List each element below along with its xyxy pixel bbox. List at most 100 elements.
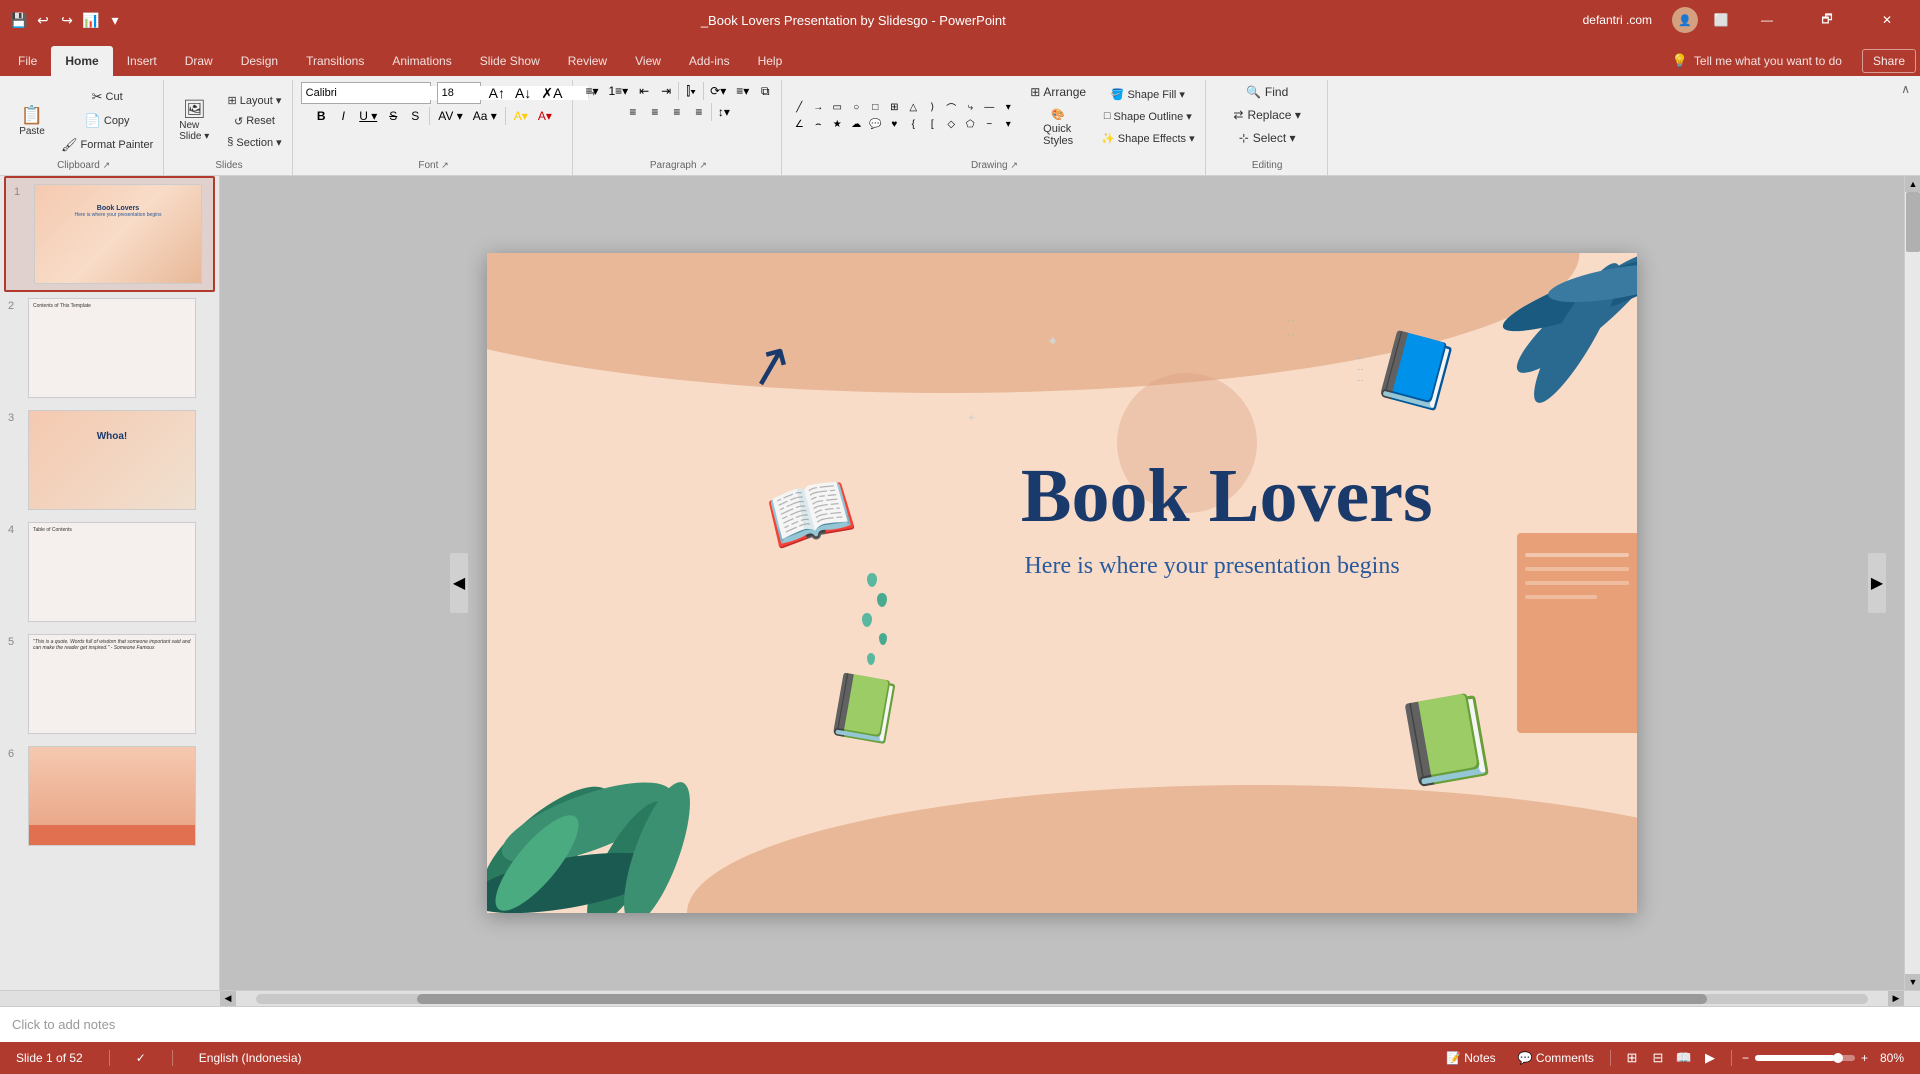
zoom-thumb[interactable] (1833, 1053, 1843, 1063)
present-icon[interactable]: 📊 (82, 11, 100, 29)
shape-diamond[interactable]: ◇ (942, 117, 960, 133)
shape-freeform[interactable]: ⤷ (961, 100, 979, 116)
shape-line[interactable]: ╱ (790, 100, 808, 116)
align-text-button[interactable]: ≡▾ (732, 83, 753, 99)
center-button[interactable]: ≡ (645, 104, 665, 120)
zoom-level[interactable]: 80% (1874, 1049, 1910, 1067)
scroll-right-btn[interactable]: ▶ (1888, 991, 1904, 1007)
accessibility-button[interactable]: ✓ (130, 1049, 152, 1067)
slide-thumb-3[interactable]: 3 Whoa! (0, 404, 219, 516)
smartart-button[interactable]: ⧉ (755, 83, 775, 100)
share-button[interactable]: Share (1862, 49, 1916, 73)
shape-circle[interactable]: ○ (847, 100, 865, 116)
tell-me-box[interactable]: 💡 Tell me what you want to do (1662, 49, 1852, 73)
shape-more[interactable]: ⊞ (885, 100, 903, 116)
shape-line2[interactable]: — (980, 100, 998, 116)
vertical-scrollbar[interactable]: ▲ ▼ (1904, 176, 1920, 990)
arrange-button[interactable]: ⊞ Arrange (1026, 82, 1090, 102)
presenter-view-button[interactable]: ▶ (1699, 1047, 1721, 1069)
new-slide-button[interactable]: 🖼 NewSlide ▾ (172, 96, 216, 146)
tab-design[interactable]: Design (227, 46, 292, 76)
tab-view[interactable]: View (621, 46, 675, 76)
notes-area[interactable]: Click to add notes (0, 1006, 1920, 1042)
ribbon-collapse-button[interactable]: ∧ (1895, 80, 1916, 175)
decrease-indent-button[interactable]: ⇤ (634, 83, 654, 99)
shape-star[interactable]: ★ (828, 117, 846, 133)
slide-thumb-5[interactable]: 5 "This is a quote. Words full of wisdom… (0, 628, 219, 740)
close-button[interactable]: ✕ (1864, 4, 1910, 36)
zoom-in-button[interactable]: + (1861, 1051, 1868, 1065)
scroll-left-btn[interactable]: ◀ (220, 991, 236, 1007)
scroll-left-button[interactable]: ◀ (450, 553, 468, 613)
tab-file[interactable]: File (4, 46, 51, 76)
text-highlight-button[interactable]: A▾ (510, 108, 532, 124)
shape-square[interactable]: □ (866, 100, 884, 116)
font-expand-icon[interactable]: ↗ (441, 160, 449, 170)
columns-button[interactable]: ⫿▾ (681, 83, 701, 100)
numbering-button[interactable]: 1≡▾ (604, 83, 632, 99)
shape-arrow[interactable]: → (809, 100, 827, 116)
h-scroll-thumb[interactable] (417, 994, 1707, 1004)
slide-thumb-1[interactable]: 1 Book Lovers Here is where your present… (4, 176, 215, 292)
layout-button[interactable]: ⊞ Layout ▾ (223, 91, 285, 110)
shape-callout[interactable]: 💬 (866, 117, 884, 133)
shape-pentagon[interactable]: ⬠ (961, 117, 979, 133)
tab-home[interactable]: Home (51, 46, 112, 76)
scroll-down-button[interactable]: ▼ (1905, 974, 1920, 990)
clipboard-expand-icon[interactable]: ↗ (103, 160, 111, 170)
shape-effects-button[interactable]: ✨ Shape Effects ▾ (1097, 129, 1199, 148)
restore-icon[interactable]: ⬜ (1712, 11, 1730, 29)
font-name-input[interactable] (302, 86, 452, 100)
tab-help[interactable]: Help (744, 46, 797, 76)
bullets-button[interactable]: ≡▾ (581, 83, 602, 99)
scroll-thumb-v[interactable] (1906, 192, 1920, 252)
shape-outline-button[interactable]: □ Shape Outline ▾ (1097, 107, 1199, 126)
align-right-button[interactable]: ≡ (667, 104, 687, 120)
minimize-button[interactable]: — (1744, 4, 1790, 36)
copy-button[interactable]: 📄 Copy (57, 110, 157, 132)
redo-icon[interactable]: ↪ (58, 11, 76, 29)
tab-review[interactable]: Review (554, 46, 621, 76)
shape-brace[interactable]: { (904, 117, 922, 133)
slide-thumb-2[interactable]: 2 Contents of This Template (0, 292, 219, 404)
undo-icon[interactable]: ↩ (34, 11, 52, 29)
justify-button[interactable]: ≡ (689, 104, 709, 120)
shape-chevron[interactable]: ⟩ (923, 100, 941, 116)
shape-rect[interactable]: ▭ (828, 100, 846, 116)
quick-styles-button[interactable]: 🎨 QuickStyles (1026, 105, 1090, 150)
format-painter-button[interactable]: 🖌 Format Painter (57, 134, 157, 156)
reset-button[interactable]: ↺ Reset (223, 112, 285, 131)
font-color-button[interactable]: A▾ (534, 108, 556, 124)
font-decrease-button[interactable]: A↓ (511, 84, 535, 102)
paste-button[interactable]: 📋 Paste (10, 102, 54, 141)
slide-thumb-4[interactable]: 4 Table of Contents (0, 516, 219, 628)
para-expand-icon[interactable]: ↗ (699, 160, 707, 170)
tab-addins[interactable]: Add-ins (675, 46, 744, 76)
align-left-button[interactable]: ≡ (623, 104, 643, 120)
underline-button[interactable]: U ▾ (355, 108, 381, 124)
zoom-slider[interactable] (1755, 1055, 1855, 1061)
strikethrough-button[interactable]: S (383, 108, 403, 124)
shape-expand2[interactable]: ▾ (999, 117, 1017, 133)
clear-format-button[interactable]: ✗A (537, 84, 566, 103)
char-spacing-button[interactable]: AV ▾ (434, 108, 466, 124)
shape-bracket[interactable]: [ (923, 117, 941, 133)
scroll-up-button[interactable]: ▲ (1905, 176, 1920, 192)
more-icon[interactable]: ▾ (106, 11, 124, 29)
bold-button[interactable]: B (311, 108, 331, 124)
section-button[interactable]: § Section ▾ (223, 133, 285, 152)
font-increase-button[interactable]: A↑ (485, 84, 509, 102)
shape-heart[interactable]: ♥ (885, 117, 903, 133)
zoom-out-button[interactable]: − (1742, 1051, 1749, 1065)
user-avatar[interactable]: 👤 (1672, 7, 1698, 33)
shape-arc[interactable]: ⌢ (809, 117, 827, 133)
drawing-expand-icon[interactable]: ↗ (1010, 160, 1018, 170)
notes-button[interactable]: 📝 Notes (1440, 1049, 1502, 1067)
reading-view-button[interactable]: 📖 (1673, 1047, 1695, 1069)
shape-minus[interactable]: − (980, 117, 998, 133)
normal-view-button[interactable]: ⊞ (1621, 1047, 1643, 1069)
text-direction-button[interactable]: ⟳▾ (706, 83, 730, 99)
italic-button[interactable]: I (333, 108, 353, 124)
replace-button[interactable]: ⇄ Replace ▾ (1229, 105, 1304, 125)
scroll-right-button[interactable]: ▶ (1868, 553, 1886, 613)
